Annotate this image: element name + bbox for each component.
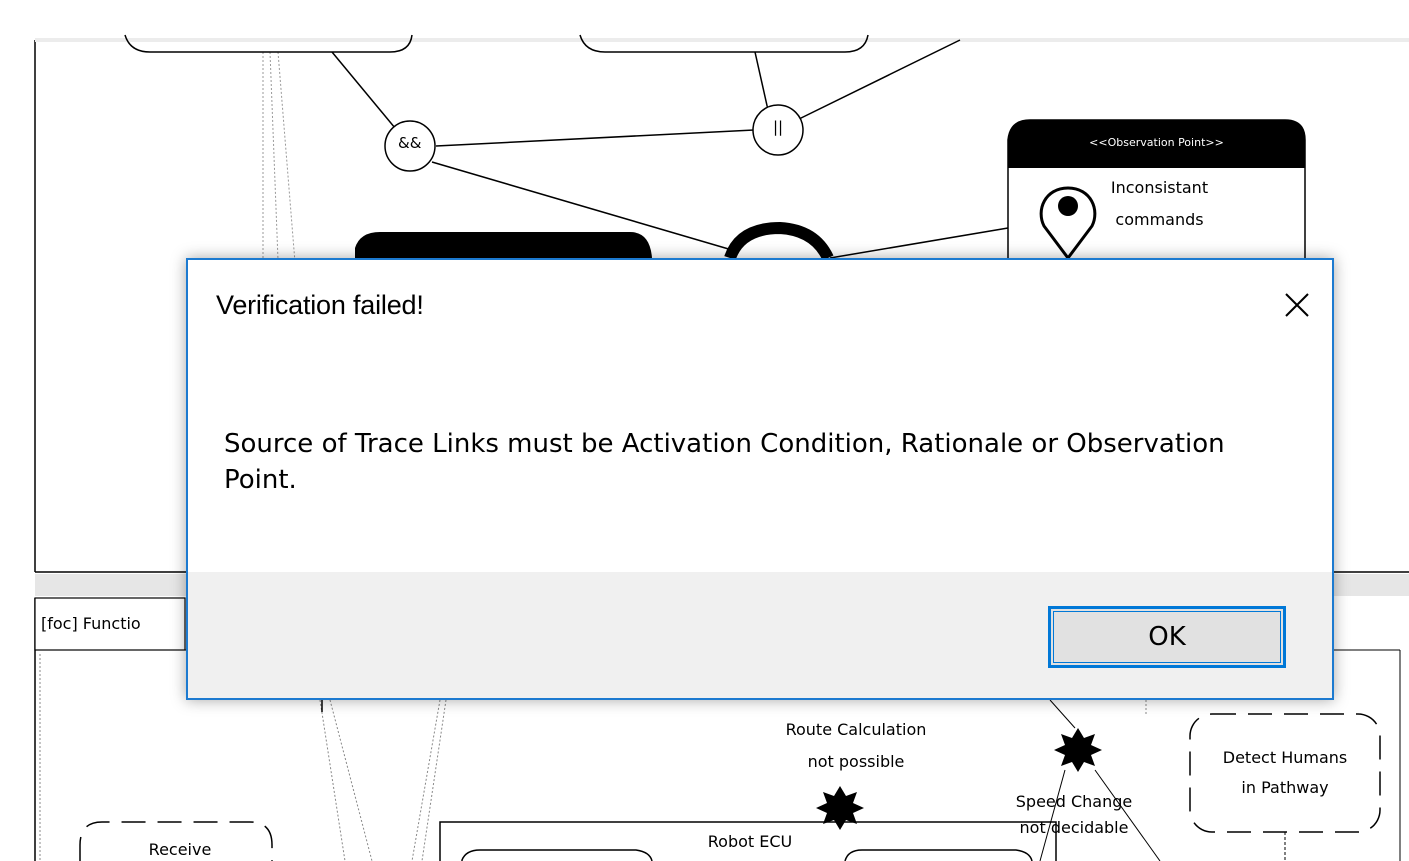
observation-point-label-1: Inconsistant [1110,178,1209,197]
hidden-ring [724,221,834,261]
ok-button[interactable]: OK [1048,606,1286,668]
speed-change-label-2: not decidable [1019,818,1129,837]
route-calculation-label-1: Route Calculation [785,720,927,739]
close-button[interactable] [1276,286,1316,326]
top-box-right [579,34,869,53]
detect-humans-box [1189,713,1381,833]
lower-diagram-tab[interactable]: [foc] Functio [41,614,141,633]
hidden-block-left [355,232,652,258]
dialog-message: Source of Trace Links must be Activation… [224,429,1225,495]
speed-change-label-1: Speed Change [1015,792,1133,811]
dialog-title: Verification failed! [216,290,424,320]
detect-humans-label-1: Detect Humans [1222,748,1348,767]
verification-dialog: Verification failed! Source of Trace Lin… [186,258,1334,700]
observation-point-stereotype: <<Observation Point>> [1089,136,1224,149]
close-icon [1285,293,1309,317]
top-box-left [124,34,413,53]
observation-point-label-2: commands [1115,210,1204,229]
receive-label: Receive [148,840,212,859]
dialog-footer: OK [188,572,1332,698]
and-operator-label: && [398,134,422,152]
robot-ecu-label: Robot ECU [707,832,793,851]
screen: && || <<Observation Point>> Inconsistant… [0,0,1409,861]
or-operator-label: || [773,118,784,136]
route-calculation-label-2: not possible [807,752,905,771]
detect-humans-label-2: in Pathway [1241,778,1329,797]
